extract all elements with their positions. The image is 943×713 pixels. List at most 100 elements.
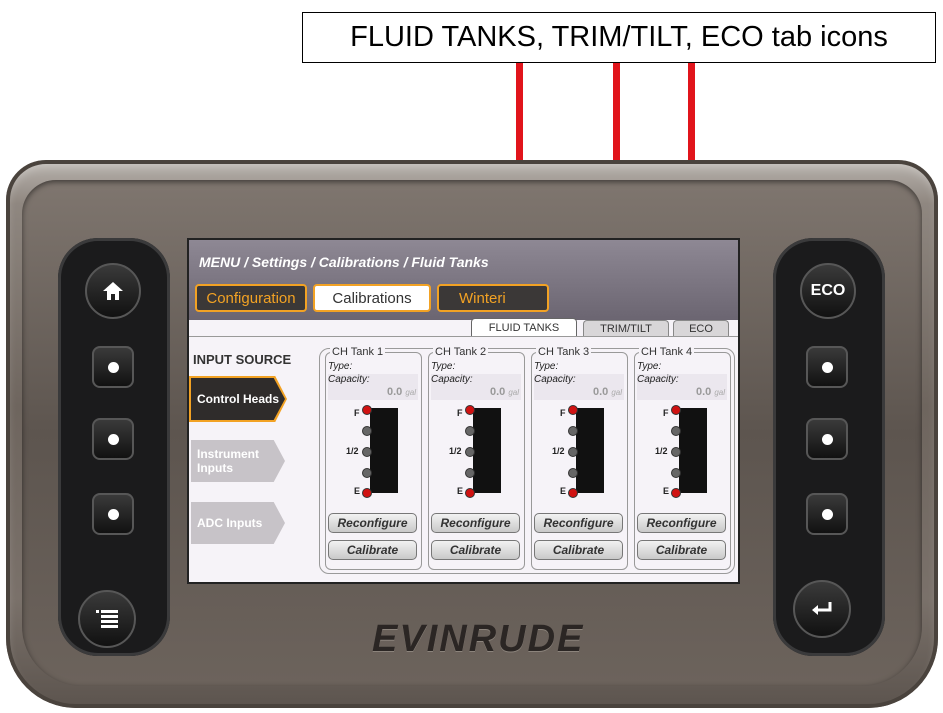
source-adc-inputs[interactable]: ADC Inputs — [191, 502, 285, 544]
subtab-eco[interactable]: ECO — [673, 320, 729, 337]
gauge-marker — [465, 426, 475, 436]
right-soft-button-3[interactable] — [806, 493, 848, 535]
tank-capacity-unit: gal — [405, 388, 416, 397]
tank-card: CH Tank 3 Type: Capacity: 0.0 gal F 1/2 … — [531, 346, 628, 570]
gauge-half-label: 1/2 — [449, 446, 462, 456]
gauge-half-label: 1/2 — [655, 446, 668, 456]
source-control-heads-label: Control Heads — [197, 392, 280, 406]
calibrate-button[interactable]: Calibrate — [637, 540, 726, 560]
tab-calibrations[interactable]: Calibrations — [313, 284, 431, 312]
tank-capacity-value: 0.0 gal — [593, 386, 622, 398]
tank-capacity-number: 0.0 — [489, 386, 506, 398]
tab-winterize[interactable]: Winteri — [437, 284, 549, 312]
tank-capacity-row: Capacity: 0.0 gal — [328, 374, 418, 400]
gauge-half-label: 1/2 — [552, 446, 565, 456]
tank-capacity-label: Capacity: — [534, 374, 576, 385]
tank-title: CH Tank 3 — [536, 346, 592, 358]
source-adc-inputs-label: ADC Inputs — [197, 516, 263, 530]
gauge-marker-empty — [568, 488, 578, 498]
reconfigure-button[interactable]: Reconfigure — [431, 513, 520, 533]
tank-type-label: Type: — [328, 361, 353, 372]
gauge-marker — [362, 426, 372, 436]
tank-capacity-label: Capacity: — [328, 374, 370, 385]
gauge-marker — [671, 468, 681, 478]
brand-logo: EVINRUDE — [372, 618, 585, 660]
subtab-eco-label: ECO — [689, 323, 713, 335]
tank-capacity-row: Capacity: 0.0 gal — [534, 374, 624, 400]
gauge-marker-half — [362, 447, 372, 457]
subtab-trim-tilt[interactable]: TRIM/TILT — [583, 320, 669, 337]
left-soft-button-2[interactable] — [92, 418, 134, 460]
source-instrument-inputs-label: Instrument Inputs — [197, 447, 260, 475]
menu-icon — [96, 610, 118, 628]
tab-configuration-label: Configuration — [206, 289, 296, 307]
gauge-empty-label: E — [560, 486, 567, 496]
tank-level-gauge — [473, 408, 501, 493]
gauge-marker-full — [362, 405, 372, 415]
tab-divider — [189, 336, 738, 337]
gauge-marker — [362, 468, 372, 478]
tank-capacity-value: 0.0 gal — [490, 386, 519, 398]
tank-capacity-value: 0.0 gal — [387, 386, 416, 398]
tank-capacity-number: 0.0 — [386, 386, 403, 398]
menu-button[interactable] — [78, 590, 136, 648]
gauge-full-label: F — [354, 408, 360, 418]
right-soft-button-2[interactable] — [806, 418, 848, 460]
tank-capacity-row: Capacity: 0.0 gal — [637, 374, 727, 400]
reconfigure-button[interactable]: Reconfigure — [328, 513, 417, 533]
tank-level-gauge — [576, 408, 604, 493]
calibrate-button[interactable]: Calibrate — [431, 540, 520, 560]
home-button[interactable] — [85, 263, 141, 319]
eco-icon: ECO — [810, 282, 846, 299]
subtab-fluid-tanks-label: FLUID TANKS — [488, 322, 560, 334]
tank-title: CH Tank 4 — [639, 346, 695, 358]
tank-capacity-number: 0.0 — [592, 386, 609, 398]
tank-type-label: Type: — [431, 361, 456, 372]
calibrate-button[interactable]: Calibrate — [328, 540, 417, 560]
right-soft-button-1[interactable] — [806, 346, 848, 388]
gauge-marker-full — [671, 405, 681, 415]
source-control-heads[interactable]: Control Heads — [191, 378, 285, 420]
reconfigure-button[interactable]: Reconfigure — [637, 513, 726, 533]
breadcrumb: MENU / Settings / Calibrations / Fluid T… — [199, 254, 489, 270]
calibrate-button[interactable]: Calibrate — [534, 540, 623, 560]
tank-title: CH Tank 1 — [330, 346, 386, 358]
tank-capacity-number: 0.0 — [695, 386, 712, 398]
enter-icon — [812, 602, 832, 615]
annotation-callout: FLUID TANKS, TRIM/TILT, ECO tab icons — [302, 12, 936, 63]
annotation-text: FLUID TANKS, TRIM/TILT, ECO tab icons — [350, 21, 888, 53]
tank-type-label: Type: — [534, 361, 559, 372]
tank-capacity-row: Capacity: 0.0 gal — [431, 374, 521, 400]
tank-capacity-unit: gal — [714, 388, 725, 397]
tank-capacity-value: 0.0 gal — [696, 386, 725, 398]
display-screen: MENU / Settings / Calibrations / Fluid T… — [187, 238, 740, 584]
tab-calibrations-label: Calibrations — [332, 289, 412, 307]
source-instrument-inputs[interactable]: Instrument Inputs — [191, 440, 285, 482]
subtab-fluid-tanks[interactable]: FLUID TANKS — [471, 318, 577, 337]
tank-capacity-label: Capacity: — [637, 374, 679, 385]
tank-capacity-label: Capacity: — [431, 374, 473, 385]
gauge-marker-empty — [362, 488, 372, 498]
gauge-empty-label: E — [663, 486, 670, 496]
tank-title: CH Tank 2 — [433, 346, 489, 358]
gauge-full-label: F — [663, 408, 669, 418]
tank-capacity-unit: gal — [508, 388, 519, 397]
gauge-empty-label: E — [354, 486, 361, 496]
left-soft-button-1[interactable] — [92, 346, 134, 388]
reconfigure-button[interactable]: Reconfigure — [534, 513, 623, 533]
gauge-marker-full — [465, 405, 475, 415]
gauge-half-label: 1/2 — [346, 446, 359, 456]
eco-button[interactable]: ECO — [800, 263, 856, 319]
tab-configuration[interactable]: Configuration — [195, 284, 307, 312]
gauge-marker — [568, 468, 578, 478]
gauge-full-label: F — [457, 408, 463, 418]
gauge-marker — [465, 468, 475, 478]
tank-level-gauge — [370, 408, 398, 493]
tank-type-label: Type: — [637, 361, 662, 372]
gauge-marker-empty — [671, 488, 681, 498]
gauge-marker-empty — [465, 488, 475, 498]
left-soft-button-3[interactable] — [92, 493, 134, 535]
enter-button[interactable] — [793, 580, 851, 638]
tank-card: CH Tank 1 Type: Capacity: 0.0 gal F 1/2 … — [325, 346, 422, 570]
tank-card: CH Tank 2 Type: Capacity: 0.0 gal F 1/2 … — [428, 346, 525, 570]
